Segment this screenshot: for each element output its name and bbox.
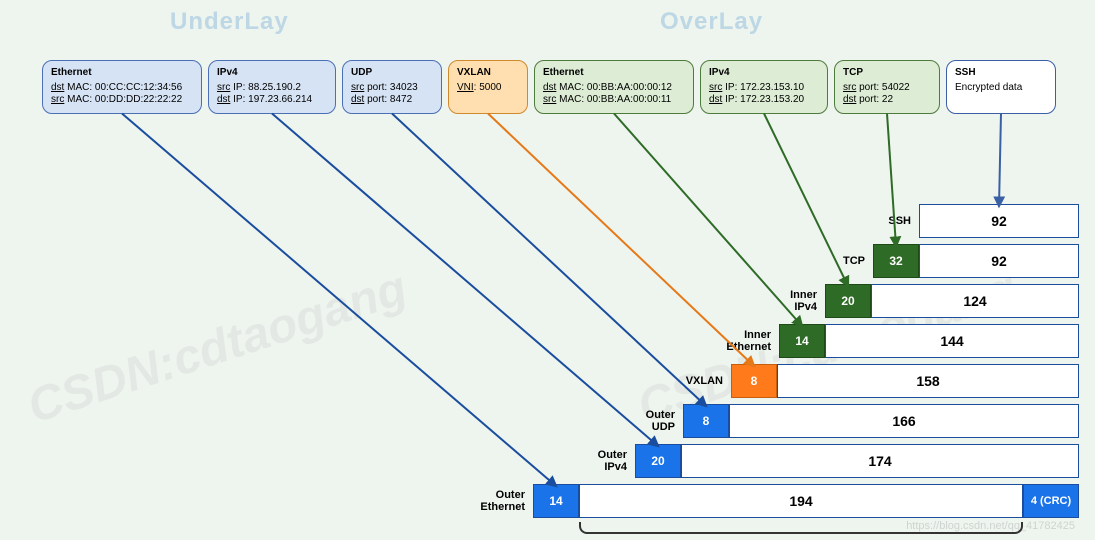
header-vxlan: VXLAN VNI: 5000 [448, 60, 528, 114]
stack-header-size: 8 [731, 364, 777, 398]
stack-payload-size: 158 [777, 364, 1079, 398]
header-title: VXLAN [457, 67, 519, 80]
stack-payload-size: 92 [919, 204, 1079, 238]
header-line: dst IP: 172.23.153.20 [709, 94, 819, 107]
section-title-underlay: UnderLay [170, 8, 289, 36]
stack-payload-size: 144 [825, 324, 1079, 358]
header-title: UDP [351, 67, 433, 80]
header-title: IPv4 [709, 67, 819, 80]
brace-bracket [579, 522, 1023, 534]
watermark: CSDN:cdtaogang [21, 260, 413, 434]
stack-row-label: VXLAN [671, 375, 731, 387]
stack-row: InnerIPv420124 [419, 284, 1079, 318]
header-line: Encrypted data [955, 82, 1047, 95]
header-line: dst MAC: 00:BB:AA:00:00:12 [543, 82, 685, 95]
header-line: src port: 34023 [351, 82, 433, 95]
stack-row-label: OuterEthernet [473, 489, 533, 513]
section-title-overlay: OverLay [660, 8, 763, 36]
stack-row: OuterUDP8166 [419, 404, 1079, 438]
stack-row-label: TCP [813, 255, 873, 267]
stack-row: TCP3292 [419, 244, 1079, 278]
stack-payload-size: 124 [871, 284, 1079, 318]
stack-payload-size: 92 [919, 244, 1079, 278]
stack-row: VXLAN8158 [419, 364, 1079, 398]
header-title: Ethernet [543, 67, 685, 80]
header-ssh: SSH Encrypted data [946, 60, 1056, 114]
header-line: src MAC: 00:BB:AA:00:00:11 [543, 94, 685, 107]
packet-stack: SSH92TCP3292InnerIPv420124InnerEthernet1… [419, 198, 1079, 518]
stack-row: OuterEthernet141944 (CRC) [419, 484, 1079, 518]
stack-payload-size: 166 [729, 404, 1079, 438]
stack-header-size: 20 [825, 284, 871, 318]
header-title: SSH [955, 67, 1047, 80]
stack-row-label: OuterIPv4 [575, 449, 635, 473]
stack-row-label: InnerEthernet [719, 329, 779, 353]
stack-row-label: OuterUDP [623, 409, 683, 433]
stack-header-size: 14 [779, 324, 825, 358]
header-line: dst port: 22 [843, 94, 931, 107]
stack-header-size: 14 [533, 484, 579, 518]
header-outer_eth: Ethernet dst MAC: 00:CC:CC:12:34:56src MA… [42, 60, 202, 114]
header-row: Ethernetdst MAC: 00:CC:CC:12:34:56src MA… [42, 60, 1083, 114]
arrow [999, 114, 1001, 207]
header-title: Ethernet [51, 67, 193, 80]
header-line: dst port: 8472 [351, 94, 433, 107]
stack-row: InnerEthernet14144 [419, 324, 1079, 358]
stack-header-size: 20 [635, 444, 681, 478]
header-inner_eth: Ethernet dst MAC: 00:BB:AA:00:00:12src MA… [534, 60, 694, 114]
stack-payload-size: 194 [579, 484, 1023, 518]
stack-row: OuterIPv420174 [419, 444, 1079, 478]
stack-row-label: InnerIPv4 [765, 289, 825, 313]
header-line: src IP: 172.23.153.10 [709, 82, 819, 95]
header-line: VNI: 5000 [457, 82, 519, 95]
stack-header-size: 32 [873, 244, 919, 278]
stack-crc: 4 (CRC) [1023, 484, 1079, 518]
header-inner_ipv4: IPv4 src IP: 172.23.153.10dst IP: 172.23.… [700, 60, 828, 114]
header-line: dst IP: 197.23.66.214 [217, 94, 327, 107]
header-outer_udp: UDP src port: 34023dst port: 8472 [342, 60, 442, 114]
header-title: TCP [843, 67, 931, 80]
header-line: dst MAC: 00:CC:CC:12:34:56 [51, 82, 193, 95]
header-title: IPv4 [217, 67, 327, 80]
header-outer_ipv4: IPv4 src IP: 88.25.190.2dst IP: 197.23.66… [208, 60, 336, 114]
header-tcp: TCP src port: 54022dst port: 22 [834, 60, 940, 114]
stack-header-size: 8 [683, 404, 729, 438]
header-line: src port: 54022 [843, 82, 931, 95]
stack-row-label: SSH [859, 215, 919, 227]
header-line: src MAC: 00:DD:DD:22:22:22 [51, 94, 193, 107]
header-line: src IP: 88.25.190.2 [217, 82, 327, 95]
stack-payload-size: 174 [681, 444, 1079, 478]
stack-row: SSH92 [419, 204, 1079, 238]
